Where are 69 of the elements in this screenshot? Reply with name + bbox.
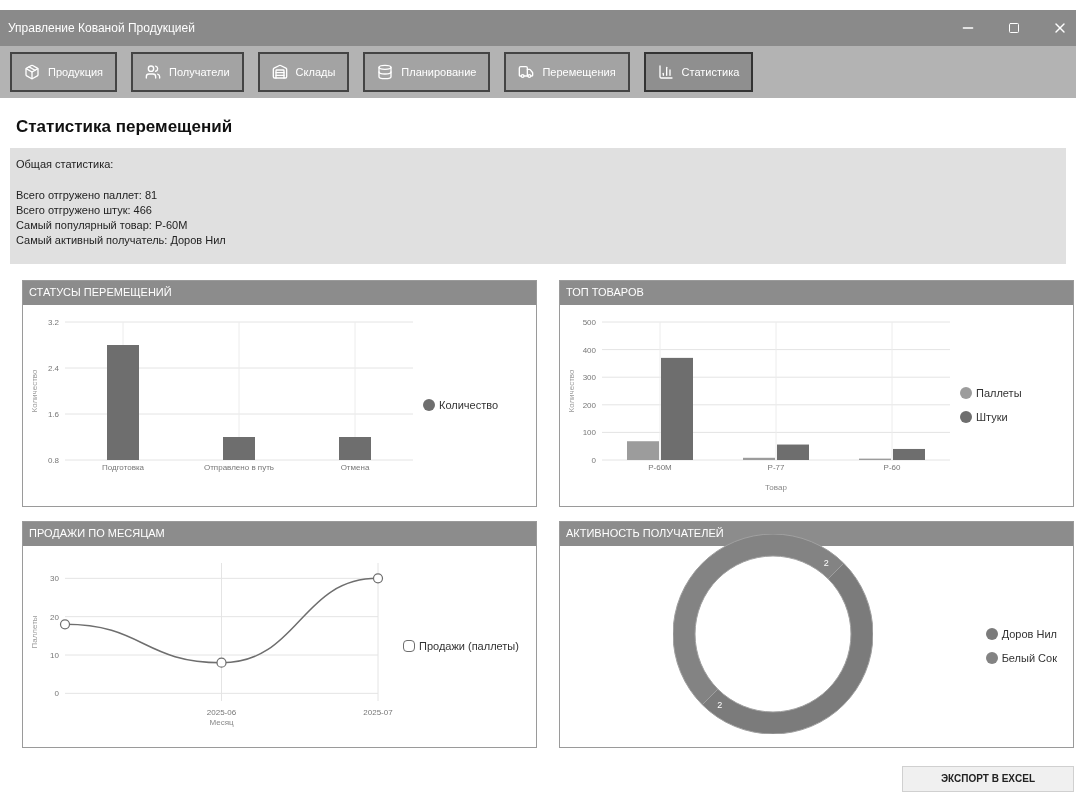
nav-button[interactable]: Перемещения: [504, 52, 630, 92]
axis-tick-label: 0: [591, 456, 596, 465]
axis-tick-label: 0.8: [47, 456, 59, 465]
panel-title: ТОП ТОВАРОВ: [566, 285, 644, 301]
axis-tick-label: 400: [582, 345, 596, 355]
axis-tick-label: 0: [54, 689, 59, 699]
axis-tick-label: 2025-06: [206, 708, 237, 717]
bar: [777, 444, 809, 460]
bar: [743, 457, 775, 460]
nav-icon: [271, 64, 288, 80]
summary-line: Самый популярный товар: Р-60М: [16, 218, 189, 233]
export-button[interactable]: ЭКСПОРТ В EXCEL: [902, 765, 1074, 792]
nav-icon: [518, 64, 535, 80]
axis-tick-label: 30: [50, 574, 59, 584]
page-heading: Статистика перемещений: [16, 116, 234, 138]
panel-title: АКТИВНОСТЬ ПОЛУЧАТЕЛЕЙ: [566, 526, 724, 542]
legend-label: Штуки: [976, 410, 1008, 425]
legend-label: Продажи (паллеты): [419, 638, 519, 654]
maximize-icon[interactable]: [1008, 22, 1020, 34]
legend-label: Доров Нил: [1001, 626, 1057, 642]
window-title: Управление Кованой Продукцией: [8, 20, 196, 37]
nav-button[interactable]: Склады: [257, 52, 350, 92]
bar: [223, 437, 255, 460]
data-point: [59, 619, 71, 630]
axis-tick-label: 2.4: [47, 364, 59, 373]
bar: [627, 441, 659, 460]
nav-button[interactable]: Продукция: [10, 52, 118, 92]
nav-button[interactable]: Статистика: [643, 52, 754, 92]
axis-tick-label: 3.2: [47, 318, 59, 327]
data-label: 2: [716, 699, 722, 710]
bar: [893, 448, 925, 460]
nav-icon: [145, 64, 162, 80]
axis-tick-label: 1.6: [47, 410, 59, 419]
data-label: 2: [823, 557, 829, 568]
nav-button[interactable]: Получатели: [131, 52, 244, 92]
panel-title: СТАТУСЫ ПЕРЕМЕЩЕНИЙ: [29, 285, 172, 301]
y-axis-title: Количество: [30, 369, 39, 413]
summary-line: Всего отгружено штук: 466: [16, 203, 153, 218]
category-label: Р-60: [882, 463, 902, 473]
category-label: Р-60М: [647, 463, 673, 473]
category-label: Р-77: [766, 463, 786, 473]
axis-tick-label: 300: [582, 373, 596, 383]
nav-icon: [24, 64, 40, 80]
legend-label: Белый Сок: [1001, 651, 1057, 666]
data-point: [216, 657, 227, 668]
summary-line: Самый активный получатель: Доров Нил: [16, 233, 227, 248]
legend-label: Паллеты: [976, 385, 1022, 401]
nav-icon: [657, 64, 674, 80]
axis-tick-label: 10: [50, 651, 59, 660]
legend-label: Количество: [439, 397, 499, 413]
nav-icon: [377, 64, 394, 80]
bar: [339, 437, 371, 460]
x-axis-title: Товар: [765, 483, 787, 492]
data-point: [372, 573, 384, 584]
x-axis-title: Месяц: [209, 718, 234, 727]
category-label: Отправлено в путь: [203, 463, 275, 473]
axis-tick-label: 200: [582, 400, 596, 410]
axis-tick-label: 2025-07: [363, 708, 393, 717]
y-axis-title: Количество: [567, 369, 576, 413]
category-label: Подготовка: [100, 463, 146, 473]
axis-tick-label: 20: [50, 612, 59, 622]
axis-tick-label: 100: [582, 428, 596, 438]
category-label: Отмена: [339, 463, 371, 473]
nav-button[interactable]: Планирование: [363, 52, 491, 92]
axis-tick-label: 500: [582, 318, 596, 327]
summary-line: Всего отгружено паллет: 81: [16, 188, 159, 203]
y-axis-title: Паллеты: [30, 615, 39, 649]
summary-title: Общая статистика:: [16, 156, 115, 172]
panel-title: ПРОДАЖИ ПО МЕСЯЦАМ: [29, 526, 165, 542]
